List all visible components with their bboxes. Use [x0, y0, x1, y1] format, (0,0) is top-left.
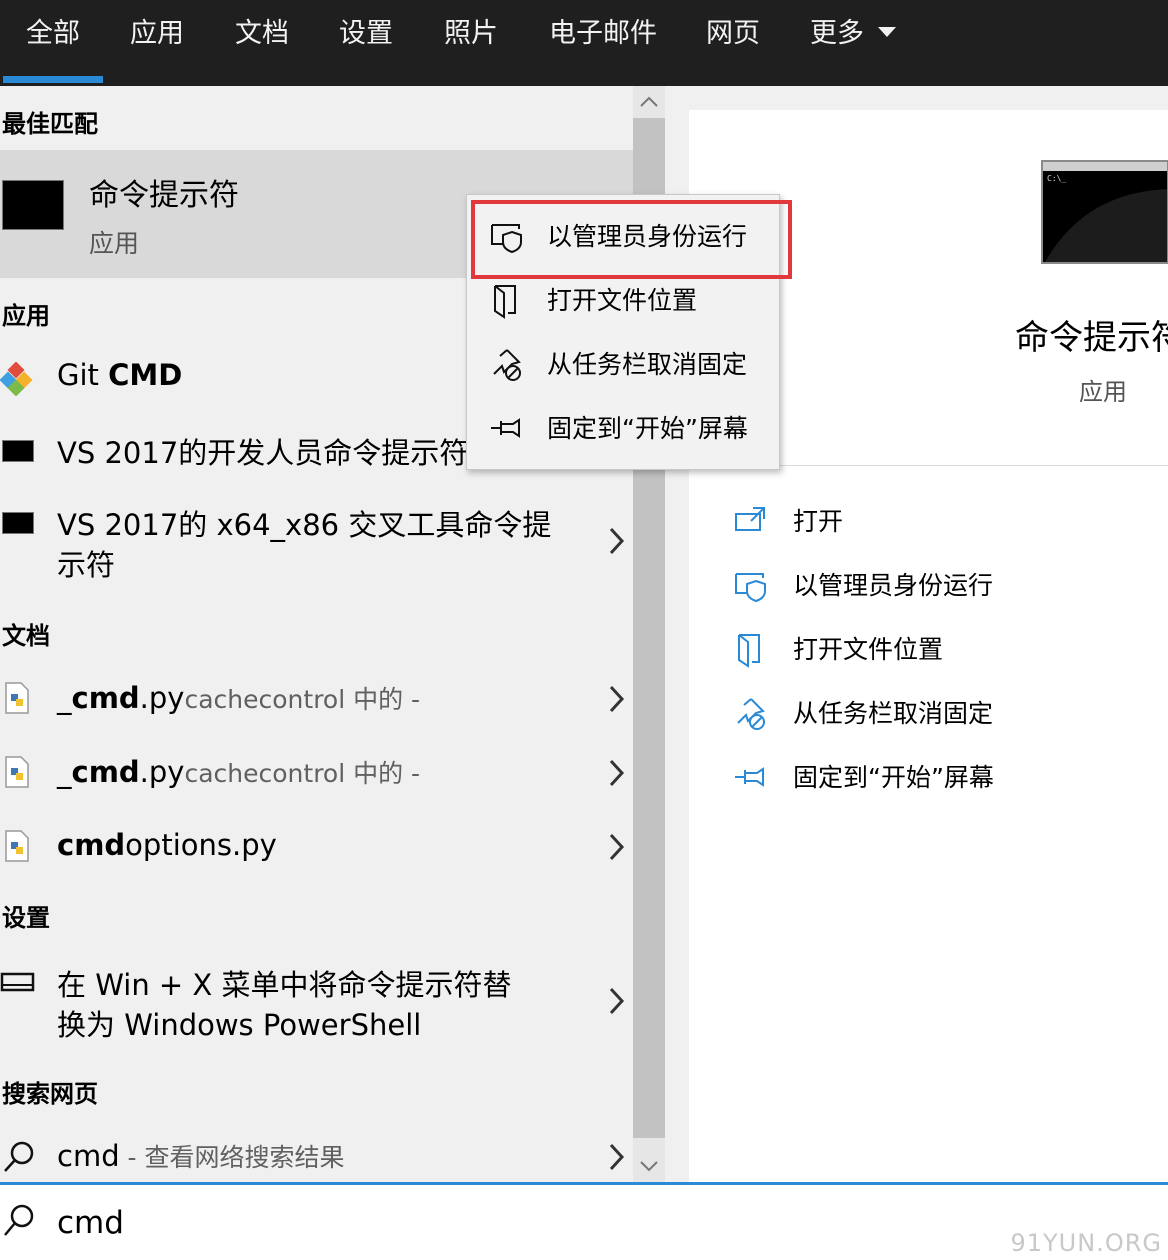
tab-settings[interactable]: 设置	[339, 14, 393, 54]
pin-icon	[491, 418, 520, 438]
folder-location-icon	[494, 285, 516, 319]
tab-web[interactable]: 网页	[706, 14, 760, 54]
unpin-icon	[737, 698, 765, 730]
command-prompt-icon	[2, 440, 34, 462]
chevron-right-icon[interactable]	[606, 684, 626, 714]
tab-apps[interactable]: 应用	[130, 14, 184, 54]
action-label: 从任务栏取消固定	[793, 699, 994, 728]
list-item-web-search[interactable]: cmd - 查看网络搜索结果	[0, 1122, 633, 1182]
tab-photos[interactable]: 照片	[444, 14, 498, 54]
detail-subtitle: 应用	[1079, 378, 1127, 406]
list-item-document[interactable]: _cmd.pycachecontrol 中的 -	[0, 738, 633, 808]
scroll-up-icon[interactable]	[633, 86, 665, 118]
command-prompt-icon	[2, 512, 34, 534]
folder-location-icon	[738, 634, 760, 668]
doc-prefix: _	[57, 755, 72, 789]
git-label-normal: Git	[57, 358, 109, 392]
git-icon	[0, 362, 33, 396]
context-menu-label: 以管理员身份运行	[547, 222, 748, 251]
python-file-icon	[5, 830, 29, 862]
list-item-setting-winx[interactable]: 在 Win + X 菜单中将命令提示符替 换为 Windows PowerShe…	[0, 952, 633, 1052]
search-input[interactable]: cmd	[57, 1203, 124, 1243]
shield-icon	[491, 224, 522, 254]
list-item-label-line1: VS 2017的 x64_x86 交叉工具命令提	[57, 508, 552, 542]
section-title-web: 搜索网页	[2, 1080, 98, 1108]
best-match-subtitle: 应用	[89, 229, 140, 258]
open-icon	[735, 507, 765, 531]
context-menu-label: 固定到“开始”屏幕	[547, 414, 748, 443]
detail-title: 命令提示符	[1015, 318, 1168, 358]
list-item-label: cmd - 查看网络搜索结果	[57, 1138, 345, 1174]
list-item-vs2017-cross-tools[interactable]: VS 2017的 x64_x86 交叉工具命令提 示符	[0, 496, 633, 586]
doc-prefix: _	[57, 681, 72, 715]
doc-location: cachecontrol 中的 -	[184, 759, 421, 788]
web-query: cmd	[57, 1139, 120, 1173]
unpin-icon	[493, 349, 521, 381]
python-file-icon	[5, 682, 29, 714]
list-item-label: VS 2017的开发人员命令提示符	[57, 436, 469, 470]
chevron-down-icon	[878, 26, 896, 37]
chevron-right-icon[interactable]	[606, 986, 626, 1016]
list-item-label-line2: 示符	[57, 548, 116, 582]
list-item-label: cmdoptions.py	[57, 828, 277, 862]
list-item-label: Git CMD	[57, 358, 182, 392]
search-category-tabs: 全部 应用 文档 设置 照片 电子邮件 网页 更多	[0, 0, 1168, 86]
active-tab-indicator	[3, 76, 103, 83]
web-hint: - 查看网络搜索结果	[119, 1143, 345, 1172]
list-item-label: _cmd.pycachecontrol 中的 -	[57, 680, 420, 716]
tab-documents[interactable]: 文档	[235, 14, 289, 54]
context-menu: 以管理员身份运行 打开文件位置 从任务栏取消固定 固定到“开始”屏幕	[466, 194, 780, 470]
context-menu-unpin-taskbar[interactable]: 从任务栏取消固定	[467, 335, 779, 395]
shield-icon	[735, 573, 766, 603]
action-label: 固定到“开始”屏幕	[793, 763, 994, 792]
action-label: 打开	[793, 507, 844, 536]
context-menu-label: 从任务栏取消固定	[547, 350, 748, 379]
doc-suffix: .py	[139, 681, 185, 715]
tab-all[interactable]: 全部	[26, 14, 80, 54]
doc-suffix: options.py	[125, 828, 277, 862]
section-title-documents: 文档	[2, 622, 50, 650]
tab-more-label: 更多	[810, 18, 864, 49]
doc-match: cmd	[71, 681, 140, 715]
doc-suffix: .py	[139, 755, 185, 789]
list-item-label-line2: 换为 Windows PowerShell	[57, 1008, 422, 1042]
pin-icon	[735, 767, 764, 787]
chevron-right-icon[interactable]	[606, 1142, 626, 1172]
taskbar-settings-icon	[0, 972, 35, 992]
scroll-down-icon[interactable]	[633, 1150, 665, 1182]
list-item-label: _cmd.pycachecontrol 中的 -	[57, 754, 420, 790]
window-titlebar-graphic	[1043, 162, 1167, 171]
python-file-icon	[5, 756, 29, 788]
doc-match: cmd	[57, 828, 126, 862]
tab-more[interactable]: 更多	[810, 14, 896, 54]
search-icon	[4, 1141, 34, 1172]
tab-email[interactable]: 电子邮件	[549, 14, 657, 54]
console-window-graphic: C:\_	[1045, 174, 1167, 262]
context-menu-open-location[interactable]: 打开文件位置	[467, 271, 779, 331]
doc-match: cmd	[71, 755, 140, 789]
section-title-settings: 设置	[2, 904, 50, 932]
doc-location: cachecontrol 中的 -	[184, 685, 421, 714]
list-item-label-line1: 在 Win + X 菜单中将命令提示符替	[57, 968, 512, 1002]
watermark: 91YUN.ORG	[1010, 1229, 1162, 1257]
git-label-bold: CMD	[108, 358, 183, 392]
chevron-right-icon[interactable]	[606, 526, 626, 556]
list-item-document[interactable]: _cmd.pycachecontrol 中的 -	[0, 664, 633, 734]
command-prompt-large-icon: C:\_	[1041, 160, 1168, 264]
section-title-best-match: 最佳匹配	[2, 110, 98, 138]
action-label: 打开文件位置	[793, 635, 944, 664]
chevron-right-icon[interactable]	[606, 832, 626, 862]
context-menu-run-as-admin[interactable]: 以管理员身份运行	[467, 207, 779, 267]
svg-text:C:\_: C:\_	[1047, 174, 1066, 183]
section-title-apps: 应用	[2, 302, 50, 330]
action-label: 以管理员身份运行	[793, 571, 994, 600]
search-bar: cmd 91YUN.ORG	[0, 1182, 1168, 1260]
chevron-right-icon[interactable]	[606, 758, 626, 788]
list-item-document[interactable]: cmdoptions.py	[0, 812, 633, 882]
best-match-title: 命令提示符	[89, 178, 239, 213]
context-menu-pin-start[interactable]: 固定到“开始”屏幕	[467, 399, 779, 459]
search-icon	[4, 1204, 34, 1236]
command-prompt-icon	[2, 180, 64, 230]
context-menu-label: 打开文件位置	[547, 286, 698, 315]
